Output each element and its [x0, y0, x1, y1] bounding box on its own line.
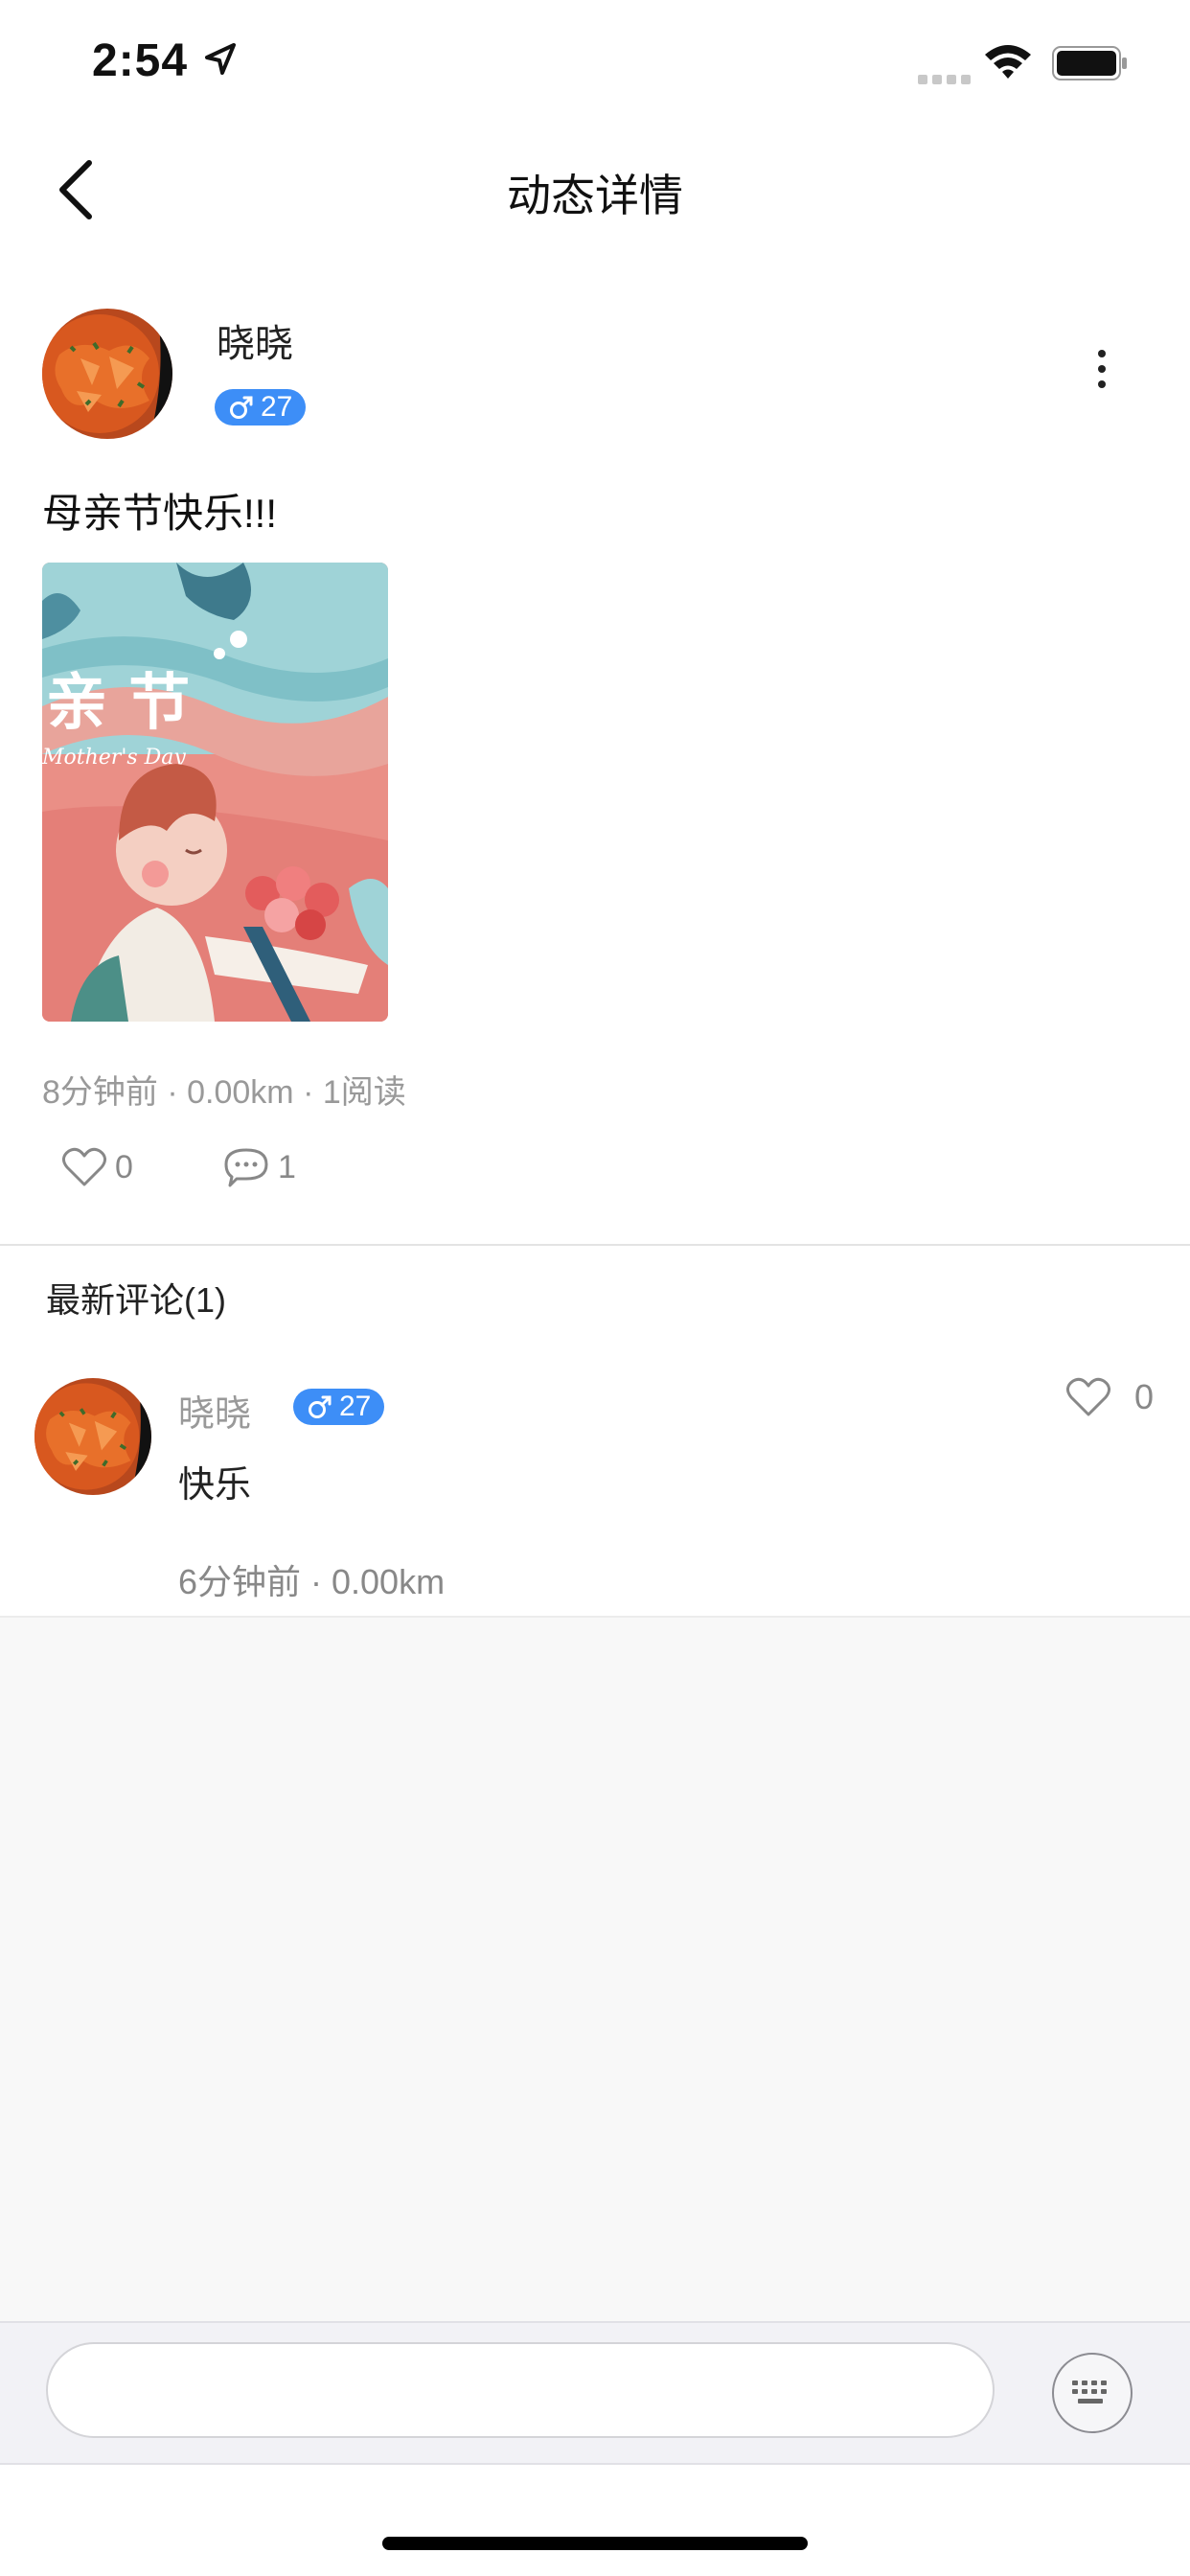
home-indicator: [382, 2537, 808, 2550]
image-title: 亲 节: [46, 668, 190, 739]
male-icon: [309, 1395, 332, 1418]
battery-icon: [1052, 46, 1129, 85]
post-meta: 8分钟前 · 0.00km · 1阅读: [42, 1074, 406, 1111]
male-icon: [230, 396, 253, 419]
status-time: 2:54: [92, 35, 189, 86]
gender-age-badge: 27: [215, 389, 307, 426]
post-username[interactable]: 晓晓: [217, 312, 293, 368]
post-text: 母亲节快乐!!!: [42, 491, 278, 536]
age-label: 27: [339, 1391, 372, 1422]
comments-section-title: 最新评论(1): [46, 1280, 226, 1320]
heart-icon: [1066, 1377, 1110, 1416]
comment-input[interactable]: [46, 2342, 995, 2438]
avatar[interactable]: [42, 309, 172, 439]
wifi-icon: [983, 42, 1033, 85]
heart-icon: [62, 1147, 106, 1186]
age-label: 27: [261, 391, 293, 423]
comment-gender-age-badge: 27: [293, 1389, 385, 1425]
more-options-button[interactable]: [1083, 345, 1121, 393]
location-arrow-icon: [203, 42, 238, 81]
post-image[interactable]: 亲 节 Mother's Day: [42, 563, 388, 1022]
signal-dots-icon: [918, 72, 972, 89]
comment-meta: 6分钟前 · 0.00km: [178, 1562, 446, 1601]
keyboard-toggle-button[interactable]: [1052, 2353, 1133, 2433]
comment-count: 1: [278, 1148, 296, 1185]
comment-username[interactable]: 晓晓: [178, 1384, 251, 1437]
like-count: 0: [115, 1148, 133, 1185]
comment-like-count: 0: [1134, 1377, 1155, 1416]
comment-text: 快乐: [178, 1465, 252, 1506]
page-title: 动态详情: [507, 171, 683, 220]
more-vertical-icon: [1098, 350, 1106, 357]
divider: [0, 1244, 1190, 1246]
keyboard-icon: [1072, 2380, 1107, 2404]
comment-avatar[interactable]: [34, 1378, 151, 1495]
comment-button[interactable]: 1: [222, 1146, 296, 1188]
empty-area: [0, 1618, 1190, 2321]
comment-like-button[interactable]: 0: [1065, 1376, 1154, 1418]
comment-bubble-icon: [224, 1148, 268, 1187]
like-button[interactable]: 0: [61, 1146, 133, 1188]
